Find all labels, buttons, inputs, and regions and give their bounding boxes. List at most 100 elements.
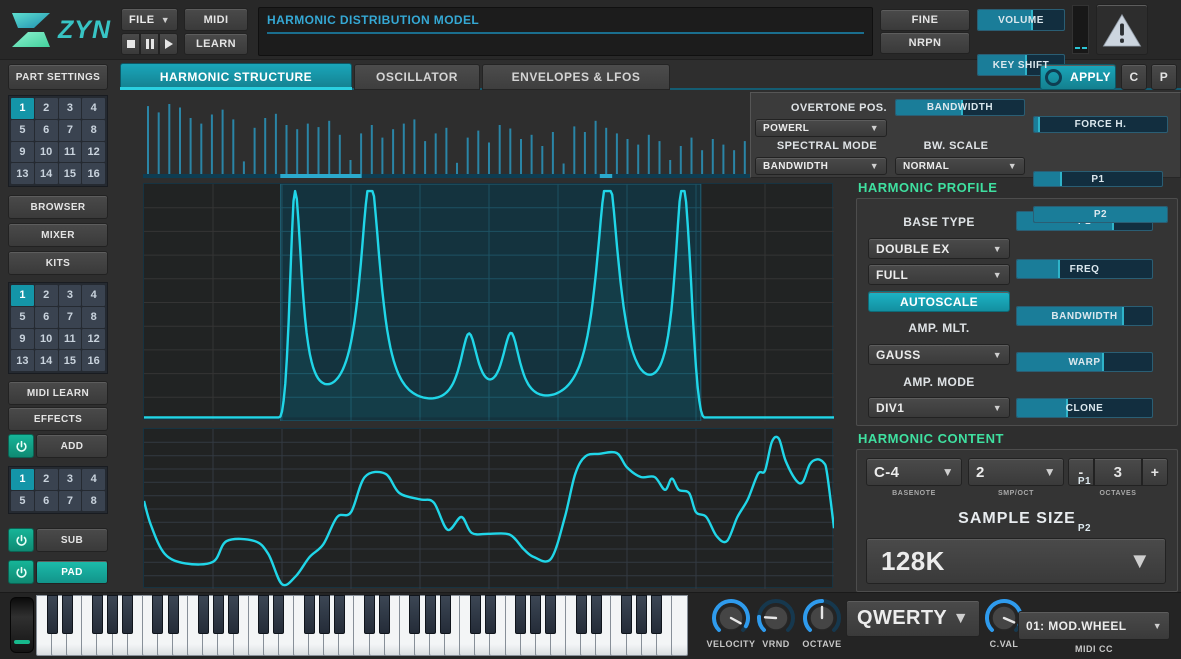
black-key[interactable] — [152, 595, 163, 634]
play-button[interactable] — [159, 33, 178, 55]
black-key[interactable] — [425, 595, 436, 634]
paste-button[interactable]: P — [1151, 64, 1177, 90]
file-menu[interactable]: FILE ▼ — [121, 8, 178, 31]
black-key[interactable] — [319, 595, 330, 634]
black-key[interactable] — [107, 595, 118, 634]
grid-cell-7[interactable]: 7 — [59, 491, 82, 512]
grid-cell-5[interactable]: 5 — [11, 491, 34, 512]
black-key[interactable] — [651, 595, 662, 634]
p1-slider[interactable]: P1 — [1033, 171, 1163, 187]
freq-slider[interactable]: FREQ — [1016, 259, 1153, 279]
spectral-mode-dropdown[interactable]: BANDWIDTH ▼ — [755, 157, 887, 175]
midi-button[interactable]: MIDI — [184, 8, 248, 31]
pad-power-button[interactable] — [8, 560, 34, 584]
black-key[interactable] — [545, 595, 556, 634]
black-key[interactable] — [591, 595, 602, 634]
grid-cell-5[interactable]: 5 — [11, 120, 34, 141]
sub-engine-button[interactable]: SUB — [36, 528, 108, 552]
copy-button[interactable]: C — [1121, 64, 1147, 90]
autoscale-button[interactable]: AUTOSCALE — [868, 291, 1010, 312]
grid-cell-8[interactable]: 8 — [82, 120, 105, 141]
grid-cell-12[interactable]: 12 — [82, 142, 105, 163]
black-key[interactable] — [62, 595, 73, 634]
grid-cell-15[interactable]: 15 — [59, 163, 82, 184]
white-key[interactable] — [671, 595, 688, 656]
black-key[interactable] — [258, 595, 269, 634]
effects-button[interactable]: EFFECTS — [8, 407, 108, 431]
part-settings-button[interactable]: PART SETTINGS — [8, 64, 108, 90]
overtone-bandwidth-slider[interactable]: BANDWIDTH — [895, 99, 1025, 116]
black-key[interactable] — [228, 595, 239, 634]
grid-cell-9[interactable]: 9 — [11, 329, 34, 350]
tab-oscillator[interactable]: OSCILLATOR — [354, 64, 480, 90]
grid-cell-8[interactable]: 8 — [82, 491, 105, 512]
add-engine-button[interactable]: ADD — [36, 434, 108, 458]
amp-mlt-dropdown[interactable]: GAUSS ▼ — [868, 344, 1010, 365]
warp-slider[interactable]: WARP — [1016, 352, 1153, 372]
grid-cell-16[interactable]: 16 — [82, 163, 105, 184]
black-key[interactable] — [122, 595, 133, 634]
black-key[interactable] — [440, 595, 451, 634]
grid-cell-3[interactable]: 3 — [59, 98, 82, 119]
grid-cell-1[interactable]: 1 — [11, 285, 34, 306]
black-key[interactable] — [47, 595, 58, 634]
p2-slider[interactable]: P2 — [1033, 206, 1168, 223]
basenote-dropdown[interactable]: C-4 ▼ — [866, 458, 962, 486]
grid-cell-6[interactable]: 6 — [35, 491, 58, 512]
black-key[interactable] — [515, 595, 526, 634]
sample-size-dropdown[interactable]: 128K ▼ — [866, 538, 1166, 584]
pad-engine-button[interactable]: PAD — [36, 560, 108, 584]
grid-cell-5[interactable]: 5 — [11, 307, 34, 328]
grid-cell-4[interactable]: 4 — [82, 98, 105, 119]
grid-cell-10[interactable]: 10 — [35, 142, 58, 163]
grid-cell-4[interactable]: 4 — [82, 469, 105, 490]
grid-cell-6[interactable]: 6 — [35, 307, 58, 328]
grid-cell-14[interactable]: 14 — [35, 163, 58, 184]
bw-scale-dropdown[interactable]: NORMAL ▼ — [895, 157, 1025, 175]
octaves-plus-button[interactable]: + — [1142, 458, 1168, 486]
amp-mode-dropdown[interactable]: DIV1 ▼ — [868, 397, 1010, 418]
volume-slider[interactable]: VOLUME — [977, 9, 1065, 31]
profile-bandwidth-slider[interactable]: BANDWIDTH — [1016, 306, 1153, 326]
smp-oct-dropdown[interactable]: 2 ▼ — [968, 458, 1064, 486]
black-key[interactable] — [213, 595, 224, 634]
grid-cell-14[interactable]: 14 — [35, 350, 58, 371]
virtual-keyboard[interactable] — [36, 595, 686, 656]
black-key[interactable] — [198, 595, 209, 634]
grid-cell-9[interactable]: 9 — [11, 142, 34, 163]
grid-cell-7[interactable]: 7 — [59, 307, 82, 328]
grid-cell-8[interactable]: 8 — [82, 307, 105, 328]
black-key[interactable] — [576, 595, 587, 634]
pause-button[interactable] — [140, 33, 159, 55]
panic-button[interactable] — [1096, 4, 1148, 55]
black-key[interactable] — [621, 595, 632, 634]
black-key[interactable] — [92, 595, 103, 634]
vrnd-knob[interactable] — [756, 598, 796, 638]
grid-cell-13[interactable]: 13 — [11, 163, 34, 184]
nrpn-button[interactable]: NRPN — [880, 32, 970, 54]
apply-button[interactable]: APPLY — [1040, 64, 1116, 90]
grid-cell-3[interactable]: 3 — [59, 285, 82, 306]
midi-learn-button[interactable]: MIDI LEARN — [8, 381, 108, 405]
master-meter[interactable] — [1072, 5, 1089, 54]
black-key[interactable] — [168, 595, 179, 634]
grid-cell-2[interactable]: 2 — [35, 469, 58, 490]
black-key[interactable] — [304, 595, 315, 634]
kits-button[interactable]: KITS — [8, 251, 108, 275]
black-key[interactable] — [334, 595, 345, 634]
sub-power-button[interactable] — [8, 528, 34, 552]
grid-cell-10[interactable]: 10 — [35, 329, 58, 350]
clone-slider[interactable]: CLONE — [1016, 398, 1153, 418]
learn-button[interactable]: LEARN — [184, 33, 248, 55]
velocity-knob[interactable] — [711, 598, 751, 638]
base-type-dropdown[interactable]: DOUBLE EX ▼ — [868, 238, 1010, 259]
tab-envelopes-lfos[interactable]: ENVELOPES & LFOS — [482, 64, 670, 90]
overtone-position-dropdown[interactable]: POWERL ▼ — [755, 119, 887, 137]
grid-cell-11[interactable]: 11 — [59, 142, 82, 163]
grid-cell-1[interactable]: 1 — [11, 98, 34, 119]
grid-cell-3[interactable]: 3 — [59, 469, 82, 490]
octave-knob[interactable] — [802, 598, 842, 638]
black-key[interactable] — [470, 595, 481, 634]
browser-button[interactable]: BROWSER — [8, 195, 108, 219]
black-key[interactable] — [530, 595, 541, 634]
